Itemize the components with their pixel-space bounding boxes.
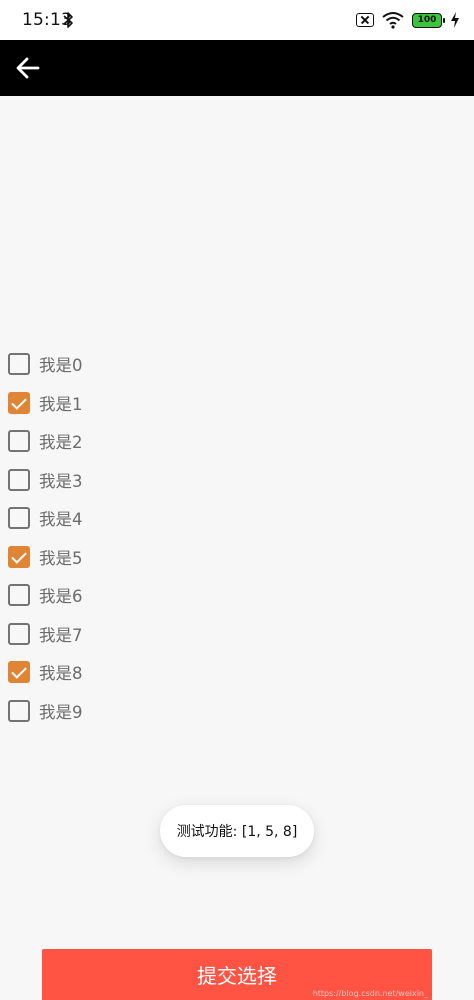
wifi-icon xyxy=(382,12,404,29)
checkbox-item-9[interactable]: 我是9 xyxy=(8,695,83,727)
arrow-left-icon[interactable] xyxy=(14,54,42,82)
screen: 15:13 100 我是0 我是1 我是2 我是3 我是4 我是5 我是6 我是… xyxy=(0,0,474,1000)
checkbox-item-7[interactable]: 我是7 xyxy=(8,618,83,650)
checkbox[interactable] xyxy=(8,661,30,683)
checkbox-item-0[interactable]: 我是0 xyxy=(8,348,83,380)
sim-blocked-icon xyxy=(356,13,374,27)
checkbox[interactable] xyxy=(8,392,30,414)
toast-message: 测试功能: [1, 5, 8] xyxy=(160,805,314,857)
checkbox-label: 我是1 xyxy=(39,395,83,414)
checkbox-item-5[interactable]: 我是5 xyxy=(8,541,83,573)
checkbox[interactable] xyxy=(8,584,30,606)
checkbox-label: 我是5 xyxy=(39,549,83,568)
bluetooth-icon xyxy=(63,12,73,28)
battery-level: 100 xyxy=(417,14,437,25)
checkbox-label: 我是9 xyxy=(39,703,83,722)
checkbox-label: 我是7 xyxy=(39,626,83,645)
checkbox-label: 我是2 xyxy=(39,433,83,452)
checkbox-item-6[interactable]: 我是6 xyxy=(8,579,83,611)
submit-selection-button[interactable]: 提交选择 https://blog.csdn.net/weixin_ xyxy=(42,949,432,1000)
checkbox-label: 我是0 xyxy=(39,356,83,375)
toast-text: 测试功能: [1, 5, 8] xyxy=(176,824,298,840)
checkbox[interactable] xyxy=(8,623,30,645)
checkbox-label: 我是8 xyxy=(39,664,83,683)
submit-button-label: 提交选择 xyxy=(197,964,277,988)
checkbox-item-4[interactable]: 我是4 xyxy=(8,502,83,534)
checkbox[interactable] xyxy=(8,700,30,722)
checkbox-item-1[interactable]: 我是1 xyxy=(8,387,83,419)
checkbox-label: 我是6 xyxy=(39,587,83,606)
checkbox-label: 我是4 xyxy=(39,510,83,529)
checkbox[interactable] xyxy=(8,469,30,491)
checkbox-item-3[interactable]: 我是3 xyxy=(8,464,83,496)
checkbox-item-8[interactable]: 我是8 xyxy=(8,656,83,688)
checkbox-item-2[interactable]: 我是2 xyxy=(8,425,83,457)
status-bar: 15:13 100 xyxy=(0,0,474,40)
watermark-text: https://blog.csdn.net/weixin_ xyxy=(312,989,428,998)
battery-icon: 100 xyxy=(412,12,445,28)
checkbox[interactable] xyxy=(8,546,30,568)
checkbox[interactable] xyxy=(8,353,30,375)
charging-bolt-icon xyxy=(451,12,459,28)
checkbox-label: 我是3 xyxy=(39,472,83,491)
checkbox[interactable] xyxy=(8,430,30,452)
app-bar xyxy=(0,40,474,96)
status-right-icons: 100 xyxy=(356,10,460,30)
checkbox[interactable] xyxy=(8,507,30,529)
